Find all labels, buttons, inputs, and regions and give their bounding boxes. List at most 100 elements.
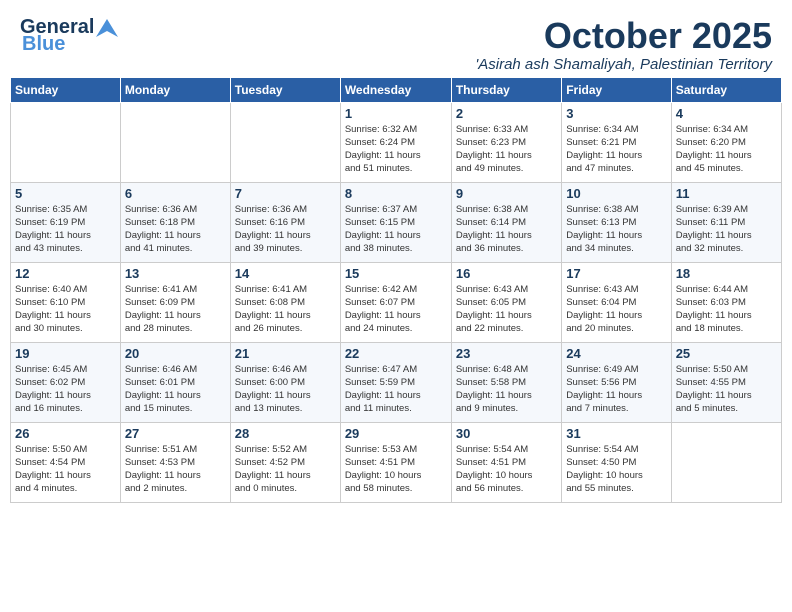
day-number: 2 — [456, 106, 557, 121]
day-info: Sunrise: 6:41 AM Sunset: 6:09 PM Dayligh… — [125, 283, 226, 336]
day-info: Sunrise: 6:34 AM Sunset: 6:20 PM Dayligh… — [676, 123, 777, 176]
weekday-header-thursday: Thursday — [451, 77, 561, 102]
calendar-cell: 20 Sunrise: 6:46 AM Sunset: 6:01 PM Dayli… — [120, 342, 230, 422]
calendar-cell: 9 Sunrise: 6:38 AM Sunset: 6:14 PM Daylig… — [451, 182, 561, 262]
calendar-cell: 7 Sunrise: 6:36 AM Sunset: 6:16 PM Daylig… — [230, 182, 340, 262]
day-number: 8 — [345, 186, 447, 201]
day-number: 20 — [125, 346, 226, 361]
day-info: Sunrise: 6:36 AM Sunset: 6:16 PM Dayligh… — [235, 203, 336, 256]
day-number: 15 — [345, 266, 447, 281]
day-info: Sunrise: 5:52 AM Sunset: 4:52 PM Dayligh… — [235, 443, 336, 496]
calendar-cell: 29Sunrise: 5:53 AM Sunset: 4:51 PM Dayli… — [340, 422, 451, 502]
day-number: 30 — [456, 426, 557, 441]
calendar-cell: 17 Sunrise: 6:43 AM Sunset: 6:04 PM Dayli… — [562, 262, 671, 342]
calendar-cell: 19 Sunrise: 6:45 AM Sunset: 6:02 PM Dayli… — [11, 342, 121, 422]
calendar-cell: 3 Sunrise: 6:34 AM Sunset: 6:21 PM Daylig… — [562, 102, 671, 182]
calendar-cell: 22 Sunrise: 6:47 AM Sunset: 5:59 PM Dayli… — [340, 342, 451, 422]
day-info: Sunrise: 6:42 AM Sunset: 6:07 PM Dayligh… — [345, 283, 447, 336]
calendar-cell: 1Sunrise: 6:32 AM Sunset: 6:24 PM Daylig… — [340, 102, 451, 182]
day-info: Sunrise: 6:33 AM Sunset: 6:23 PM Dayligh… — [456, 123, 557, 176]
calendar-week-5: 26 Sunrise: 5:50 AM Sunset: 4:54 PM Dayli… — [11, 422, 782, 502]
calendar-cell: 5 Sunrise: 6:35 AM Sunset: 6:19 PM Daylig… — [11, 182, 121, 262]
calendar-cell: 28 Sunrise: 5:52 AM Sunset: 4:52 PM Dayli… — [230, 422, 340, 502]
calendar-cell: 24 Sunrise: 6:49 AM Sunset: 5:56 PM Dayli… — [562, 342, 671, 422]
day-number: 9 — [456, 186, 557, 201]
day-number: 22 — [345, 346, 447, 361]
day-info: Sunrise: 6:36 AM Sunset: 6:18 PM Dayligh… — [125, 203, 226, 256]
calendar-cell — [230, 102, 340, 182]
day-number: 18 — [676, 266, 777, 281]
day-info: Sunrise: 6:37 AM Sunset: 6:15 PM Dayligh… — [345, 203, 447, 256]
day-number: 16 — [456, 266, 557, 281]
calendar-cell — [120, 102, 230, 182]
calendar-cell: 21 Sunrise: 6:46 AM Sunset: 6:00 PM Dayli… — [230, 342, 340, 422]
calendar-cell: 6 Sunrise: 6:36 AM Sunset: 6:18 PM Daylig… — [120, 182, 230, 262]
page-header: General Blue October 2025 'Asirah ash Sh… — [10, 10, 782, 73]
day-info: Sunrise: 5:51 AM Sunset: 4:53 PM Dayligh… — [125, 443, 226, 496]
day-info: Sunrise: 6:46 AM Sunset: 6:01 PM Dayligh… — [125, 363, 226, 416]
logo-bird-icon — [96, 19, 118, 37]
day-info: Sunrise: 5:50 AM Sunset: 4:55 PM Dayligh… — [676, 363, 777, 416]
calendar-cell: 18 Sunrise: 6:44 AM Sunset: 6:03 PM Dayli… — [671, 262, 781, 342]
calendar-week-3: 12Sunrise: 6:40 AM Sunset: 6:10 PM Dayli… — [11, 262, 782, 342]
weekday-header-saturday: Saturday — [671, 77, 781, 102]
day-number: 13 — [125, 266, 226, 281]
calendar-cell — [671, 422, 781, 502]
month-title: October 2025 — [475, 16, 772, 56]
calendar-cell: 12Sunrise: 6:40 AM Sunset: 6:10 PM Dayli… — [11, 262, 121, 342]
calendar-week-1: 1Sunrise: 6:32 AM Sunset: 6:24 PM Daylig… — [11, 102, 782, 182]
day-info: Sunrise: 6:48 AM Sunset: 5:58 PM Dayligh… — [456, 363, 557, 416]
calendar-table: SundayMondayTuesdayWednesdayThursdayFrid… — [10, 77, 782, 503]
day-info: Sunrise: 6:34 AM Sunset: 6:21 PM Dayligh… — [566, 123, 666, 176]
day-info: Sunrise: 6:43 AM Sunset: 6:05 PM Dayligh… — [456, 283, 557, 336]
weekday-header-tuesday: Tuesday — [230, 77, 340, 102]
day-info: Sunrise: 6:35 AM Sunset: 6:19 PM Dayligh… — [15, 203, 116, 256]
day-info: Sunrise: 6:44 AM Sunset: 6:03 PM Dayligh… — [676, 283, 777, 336]
weekday-header-sunday: Sunday — [11, 77, 121, 102]
calendar-week-2: 5 Sunrise: 6:35 AM Sunset: 6:19 PM Daylig… — [11, 182, 782, 262]
day-info: Sunrise: 5:53 AM Sunset: 4:51 PM Dayligh… — [345, 443, 447, 496]
calendar-cell: 16 Sunrise: 6:43 AM Sunset: 6:05 PM Dayli… — [451, 262, 561, 342]
calendar-cell: 14Sunrise: 6:41 AM Sunset: 6:08 PM Dayli… — [230, 262, 340, 342]
day-info: Sunrise: 6:46 AM Sunset: 6:00 PM Dayligh… — [235, 363, 336, 416]
day-number: 11 — [676, 186, 777, 201]
day-info: Sunrise: 5:50 AM Sunset: 4:54 PM Dayligh… — [15, 443, 116, 496]
day-number: 26 — [15, 426, 116, 441]
calendar-cell: 23 Sunrise: 6:48 AM Sunset: 5:58 PM Dayli… — [451, 342, 561, 422]
calendar-cell: 4 Sunrise: 6:34 AM Sunset: 6:20 PM Daylig… — [671, 102, 781, 182]
day-number: 21 — [235, 346, 336, 361]
day-number: 7 — [235, 186, 336, 201]
location-title: 'Asirah ash Shamaliyah, Palestinian Terr… — [475, 56, 772, 73]
day-number: 28 — [235, 426, 336, 441]
day-info: Sunrise: 6:47 AM Sunset: 5:59 PM Dayligh… — [345, 363, 447, 416]
calendar-week-4: 19 Sunrise: 6:45 AM Sunset: 6:02 PM Dayli… — [11, 342, 782, 422]
day-number: 12 — [15, 266, 116, 281]
title-section: October 2025 'Asirah ash Shamaliyah, Pal… — [475, 16, 772, 73]
day-number: 24 — [566, 346, 666, 361]
day-number: 19 — [15, 346, 116, 361]
calendar-cell: 31Sunrise: 5:54 AM Sunset: 4:50 PM Dayli… — [562, 422, 671, 502]
weekday-header-wednesday: Wednesday — [340, 77, 451, 102]
calendar-cell: 8 Sunrise: 6:37 AM Sunset: 6:15 PM Daylig… — [340, 182, 451, 262]
day-number: 5 — [15, 186, 116, 201]
calendar-cell: 15 Sunrise: 6:42 AM Sunset: 6:07 PM Dayli… — [340, 262, 451, 342]
calendar-cell: 2 Sunrise: 6:33 AM Sunset: 6:23 PM Daylig… — [451, 102, 561, 182]
logo: General Blue — [20, 16, 118, 56]
day-info: Sunrise: 6:38 AM Sunset: 6:14 PM Dayligh… — [456, 203, 557, 256]
day-info: Sunrise: 6:49 AM Sunset: 5:56 PM Dayligh… — [566, 363, 666, 416]
day-number: 23 — [456, 346, 557, 361]
day-number: 1 — [345, 106, 447, 121]
day-info: Sunrise: 6:45 AM Sunset: 6:02 PM Dayligh… — [15, 363, 116, 416]
day-info: Sunrise: 6:38 AM Sunset: 6:13 PM Dayligh… — [566, 203, 666, 256]
day-number: 6 — [125, 186, 226, 201]
day-number: 3 — [566, 106, 666, 121]
calendar-cell: 27Sunrise: 5:51 AM Sunset: 4:53 PM Dayli… — [120, 422, 230, 502]
day-number: 10 — [566, 186, 666, 201]
logo-blue: Blue — [22, 33, 65, 56]
day-number: 25 — [676, 346, 777, 361]
day-info: Sunrise: 6:43 AM Sunset: 6:04 PM Dayligh… — [566, 283, 666, 336]
day-number: 4 — [676, 106, 777, 121]
day-number: 31 — [566, 426, 666, 441]
calendar-cell: 25 Sunrise: 5:50 AM Sunset: 4:55 PM Dayli… — [671, 342, 781, 422]
day-number: 17 — [566, 266, 666, 281]
